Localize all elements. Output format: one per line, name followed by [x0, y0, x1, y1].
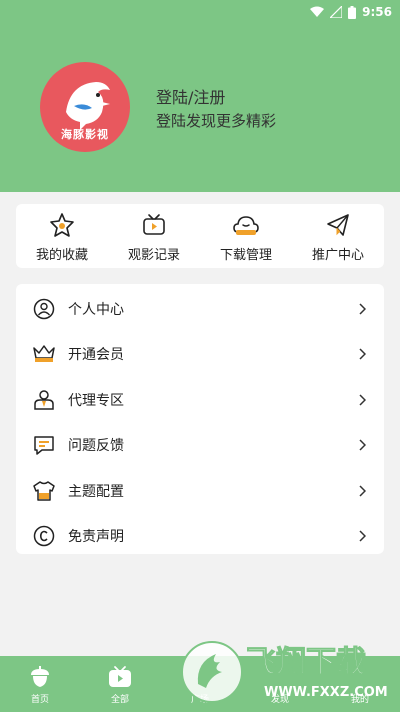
tab-label: 发现 — [270, 694, 289, 705]
menu-item-label: 免责声明 — [68, 529, 124, 546]
battery-icon — [348, 5, 357, 19]
chevron-right-icon — [356, 485, 368, 497]
profile-header: 海豚影视 登陆/注册 登陆发现更多精彩 — [0, 24, 400, 192]
menu-item-feedback[interactable]: 问题反馈 — [16, 423, 384, 469]
menu-item-theme[interactable]: 主题配置 — [16, 468, 384, 514]
quick-item-favorites[interactable]: 我的收藏 — [16, 204, 108, 268]
copyright-icon — [32, 524, 56, 548]
status-time: 9:56 — [362, 5, 392, 19]
menu-item-label: 代理专区 — [68, 392, 124, 409]
quick-item-promotion[interactable]: 推广中心 — [292, 204, 384, 268]
menu-item-agent[interactable]: 代理专区 — [16, 377, 384, 423]
menu-item-label: 问题反馈 — [68, 438, 124, 455]
signal-off-icon — [330, 6, 343, 18]
feedback-icon — [32, 433, 56, 457]
tv-play-icon — [139, 210, 169, 240]
tab-mine[interactable]: 我的 — [320, 656, 400, 712]
quick-item-label: 推广中心 — [311, 247, 364, 263]
chevron-right-icon — [356, 348, 368, 360]
tab-all[interactable]: 全部 — [80, 656, 160, 712]
tab-label: 我的 — [350, 694, 369, 705]
quick-item-label: 观影记录 — [127, 247, 180, 263]
tv-icon — [107, 664, 133, 690]
wifi-icon — [310, 6, 325, 18]
quick-item-label: 下载管理 — [219, 247, 272, 263]
discover-icon — [267, 664, 293, 690]
status-bar: 9:56 — [0, 0, 400, 24]
tab-label: 广场 — [190, 694, 209, 705]
avatar-logo-text: 海豚影视 — [61, 128, 109, 141]
mine-icon — [347, 664, 373, 690]
quick-item-label: 我的收藏 — [35, 247, 88, 263]
menu-item-vip[interactable]: 开通会员 — [16, 332, 384, 378]
menu-item-label: 主题配置 — [68, 483, 124, 500]
tab-label: 首页 — [30, 694, 49, 705]
login-register-link[interactable]: 登陆/注册 — [156, 84, 225, 108]
chevron-right-icon — [356, 394, 368, 406]
tab-label: 全部 — [110, 694, 129, 705]
menu-item-profile[interactable]: 个人中心 — [16, 286, 384, 332]
bottom-tab-bar: 首页 全部 广场 发现 我的 — [0, 656, 400, 712]
chevron-right-icon — [356, 439, 368, 451]
chevron-right-icon — [356, 530, 368, 542]
home-acorn-icon — [27, 664, 53, 690]
square-icon — [187, 664, 213, 690]
star-icon — [47, 210, 77, 240]
login-subtitle: 登陆发现更多精彩 — [156, 112, 277, 130]
menu-item-label: 开通会员 — [68, 347, 124, 364]
avatar[interactable]: 海豚影视 — [40, 62, 130, 152]
shirt-icon — [32, 479, 56, 503]
settings-menu-card: 个人中心 开通会员 代理专区 问题反馈 主题配置 免责声明 — [16, 284, 384, 554]
person-icon — [32, 297, 56, 321]
agent-icon — [32, 388, 56, 412]
crown-icon — [32, 342, 56, 366]
quick-item-history[interactable]: 观影记录 — [108, 204, 200, 268]
tab-home[interactable]: 首页 — [0, 656, 80, 712]
chevron-right-icon — [356, 303, 368, 315]
tab-discover[interactable]: 发现 — [240, 656, 320, 712]
menu-item-disclaimer[interactable]: 免责声明 — [16, 514, 384, 560]
paper-plane-icon — [323, 210, 353, 240]
download-cloud-icon — [231, 210, 261, 240]
menu-item-label: 个人中心 — [68, 301, 124, 318]
quick-item-downloads[interactable]: 下载管理 — [200, 204, 292, 268]
tab-square[interactable]: 广场 — [160, 656, 240, 712]
quick-actions-card: 我的收藏 观影记录 下载管理 推广中心 — [16, 204, 384, 268]
